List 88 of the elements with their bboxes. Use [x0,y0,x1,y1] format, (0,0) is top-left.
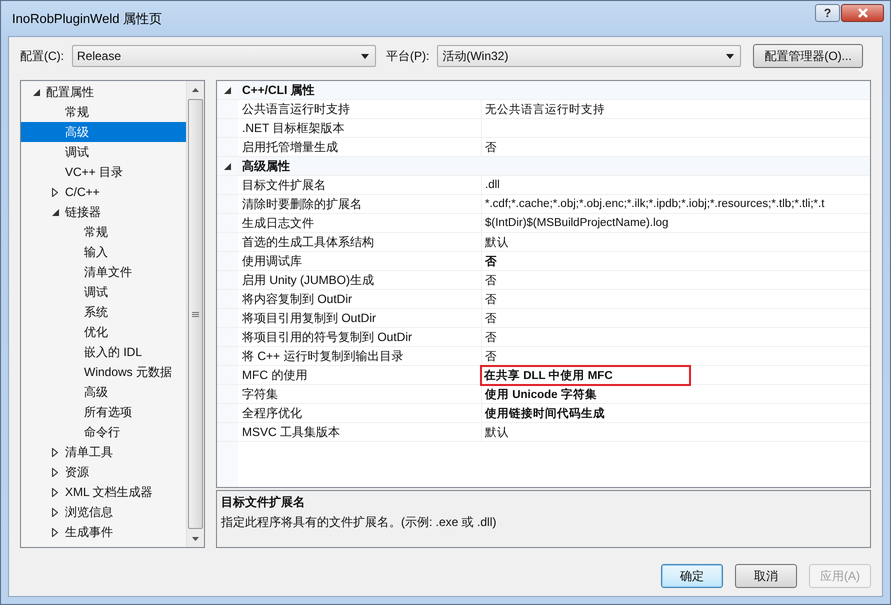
description-text: 指定此程序将具有的文件扩展名。(示例: .exe 或 .dll) [221,514,498,531]
property-name[interactable]: 公共语言运行时支持 [238,100,482,118]
property-name[interactable]: 将项目引用复制到 OutDir [238,309,482,327]
tree-item[interactable]: Windows 元数据 [21,362,186,382]
property-value[interactable]: 使用 Unicode 字符集 [485,386,597,402]
property-name[interactable]: 字符集 [238,385,482,403]
property-value[interactable]: 默认 [485,234,509,250]
configuration-dropdown[interactable]: Release [72,45,376,67]
tree-item[interactable]: 常规 [21,222,186,242]
collapsed-arrow-icon[interactable] [52,528,58,536]
expanded-arrow-icon[interactable] [33,88,40,96]
tree-item[interactable]: 输入 [21,242,186,262]
dialog-button[interactable]: 确定 [661,564,723,588]
platform-dropdown[interactable]: 活动(Win32) [437,45,742,67]
property-value[interactable]: 否 [485,330,497,344]
tree-item[interactable]: 清单工具 [21,442,186,462]
tree-item[interactable]: C/C++ [21,182,186,202]
close-icon [856,8,868,18]
collapsed-arrow-icon[interactable] [52,468,58,476]
tree-item[interactable]: 嵌入的 IDL [21,342,186,362]
platform-label: 平台(P): [386,48,430,64]
property-value[interactable]: 否 [485,272,497,288]
tree-item[interactable]: 高级 [21,122,186,142]
tree-item[interactable]: 资源 [21,462,186,482]
configuration-manager-button[interactable]: 配置管理器(O)... [753,44,863,68]
configuration-label: 配置(C): [20,48,64,64]
property-name[interactable]: 启用托管增量生成 [238,138,482,156]
tree-item[interactable]: 浏览信息 [21,502,186,522]
property-value[interactable]: *.cdf;*.cache;*.obj;*.obj.enc;*.ilk;*.ipdb;*.iobj;*.resources;*.tlb;*.tli;*.t [485,198,824,210]
property-name[interactable]: 启用 Unity (JUMBO)生成 [238,271,482,289]
property-name[interactable]: 将项目引用的符号复制到 OutDir [238,328,482,346]
property-value[interactable]: 否 [485,140,497,154]
property-name[interactable]: 首选的生成工具体系结构 [238,233,482,251]
property-name[interactable]: 全程序优化 [238,404,482,422]
property-name[interactable]: 使用调试库 [238,252,482,270]
scrollbar[interactable] [186,81,204,547]
tree-item[interactable]: 高级 [21,382,186,402]
close-button[interactable] [841,4,884,22]
property-name[interactable]: 生成日志文件 [238,214,482,232]
expanded-arrow-icon[interactable] [224,86,231,94]
tree-item[interactable]: XML 文档生成器 [21,482,186,502]
property-value[interactable]: .dll [485,179,500,191]
collapsed-arrow-icon[interactable] [52,448,58,456]
description-title: 目标文件扩展名 [221,494,306,511]
property-value[interactable]: 使用链接时间代码生成 [485,406,605,420]
tree-item[interactable]: 调试 [21,282,186,302]
scrollbar-thumb[interactable] [188,99,203,529]
property-name[interactable]: 将 C++ 运行时复制到输出目录 [238,347,482,365]
category-header[interactable]: 高级属性 [238,157,870,175]
window-title: InoRobPluginWeld 属性页 [12,10,164,28]
tree-item[interactable]: 链接器 [21,202,186,222]
dialog-button[interactable]: 取消 [735,564,797,588]
expanded-arrow-icon[interactable] [224,162,231,170]
property-name[interactable]: 清除时要删除的扩展名 [238,195,482,213]
help-button[interactable]: ? [815,4,840,22]
property-name[interactable]: MFC 的使用 [238,366,482,384]
property-value[interactable]: 否 [485,292,497,306]
tree-item[interactable]: 系统 [21,302,186,322]
property-value[interactable]: 无公共语言运行时支持 [485,102,605,116]
property-value[interactable]: 否 [485,310,497,326]
property-name[interactable]: 目标文件扩展名 [238,176,482,194]
collapsed-arrow-icon[interactable] [52,188,58,196]
tree-item[interactable]: 配置属性 [21,82,186,102]
property-value[interactable]: 否 [485,348,497,364]
tree-item[interactable]: 所有选项 [21,402,186,422]
scroll-down-icon[interactable] [192,536,199,540]
dropdown-caret-icon [726,54,734,58]
expanded-arrow-icon[interactable] [52,208,59,216]
property-name[interactable]: 将内容复制到 OutDir [238,290,482,308]
grip-icon [192,312,199,316]
property-name[interactable]: .NET 目标框架版本 [238,119,482,137]
tree-item[interactable]: 优化 [21,322,186,342]
tree-item[interactable]: 生成事件 [21,522,186,542]
collapsed-arrow-icon[interactable] [52,488,58,496]
tree-item[interactable]: 命令行 [21,422,186,442]
scroll-up-icon[interactable] [192,88,199,92]
property-name[interactable]: MSVC 工具集版本 [238,423,482,441]
collapsed-arrow-icon[interactable] [52,508,58,516]
category-header[interactable]: C++/CLI 属性 [238,81,870,99]
tree-item[interactable]: 调试 [21,142,186,162]
dropdown-caret-icon [361,54,369,58]
property-value[interactable]: 默认 [485,424,509,440]
tree-item[interactable]: 常规 [21,102,186,122]
property-value[interactable]: $(IntDir)$(MSBuildProjectName).log [485,217,668,229]
property-value[interactable]: 在共享 DLL 中使用 MFC [482,366,689,384]
tree-item[interactable]: 清单文件 [21,262,186,282]
tree-item[interactable]: VC++ 目录 [21,162,186,182]
property-value[interactable]: 否 [485,254,497,268]
